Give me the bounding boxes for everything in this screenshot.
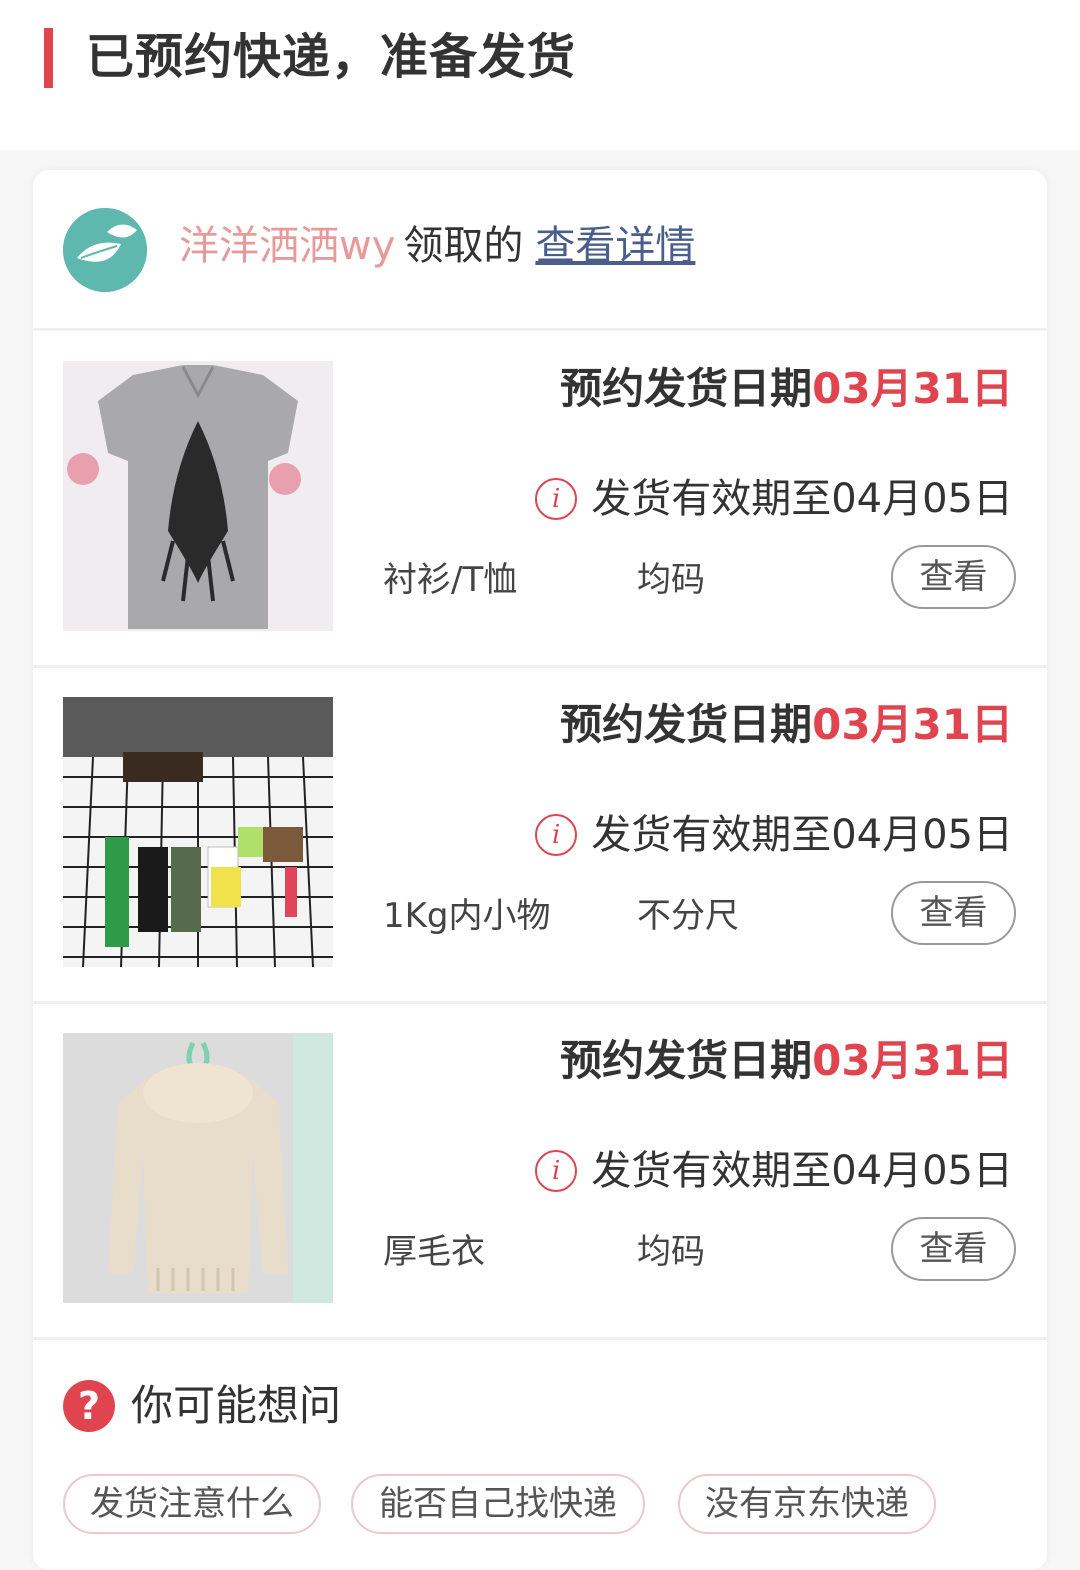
ship-date: 预约发货日期03月31日 [560,361,1013,417]
faq-chip[interactable]: 能否自己找快递 [351,1474,645,1534]
list-item: 预约发货日期03月31日 i 发货有效期至04月05日 厚毛衣 均码 查看 [33,1003,1047,1340]
avatar[interactable] [63,208,147,292]
validity-text: 发货有效期至04月05日 [591,476,1013,522]
list-item: 预约发货日期03月31日 i 发货有效期至04月05日 1Kg内小物 不分尺 查… [33,667,1047,1004]
faq-chip[interactable]: 没有京东快递 [678,1474,936,1534]
item-photo-small-items[interactable] [63,697,333,967]
ship-date-label: 预约发货日期 [560,700,813,749]
ship-date-value: 03月31日 [812,364,1013,413]
item-size: 不分尺 [637,896,739,936]
info-icon: i [535,478,578,520]
faq-chip[interactable]: 发货注意什么 [63,1474,321,1534]
ship-date: 预约发货日期03月31日 [560,1033,1013,1089]
item-photo-sweater[interactable] [63,1033,333,1303]
claim-verb: 领取的 [403,223,524,269]
validity-row: i 发货有效期至04月05日 [535,807,1013,863]
view-button[interactable]: 查看 [891,881,1016,945]
item-photo-tshirt[interactable] [63,361,333,631]
ship-date-label: 预约发货日期 [560,364,813,413]
claimer-name[interactable]: 洋洋洒洒wy [179,223,395,269]
leaf-avatar-icon [63,208,147,292]
validity-text: 发货有效期至04月05日 [591,812,1013,858]
ship-date-label: 预约发货日期 [560,1036,813,1085]
claim-line: 洋洋洒洒wy 领取的 查看详情 [179,218,695,274]
item-category: 厚毛衣 [383,1232,485,1272]
question-icon: ? [63,1380,115,1432]
info-icon: i [535,814,578,856]
faq-section: ? 你可能想问 发货注意什么 能否自己找快递 没有京东快递 [33,1340,1047,1570]
ship-date-value: 03月31日 [812,700,1013,749]
ship-date: 预约发货日期03月31日 [560,697,1013,753]
info-icon: i [535,1150,578,1192]
item-size: 均码 [637,1232,705,1272]
validity-row: i 发货有效期至04月05日 [535,1143,1013,1199]
title-accent-bar [44,28,53,88]
validity-row: i 发货有效期至04月05日 [535,471,1013,527]
order-card: 洋洋洒洒wy 领取的 查看详情 预约发货日期03月31日 i 发货有效期至04月05… [33,170,1047,1570]
page-title: 已预约快递，准备发货 [86,29,577,85]
item-category: 1Kg内小物 [383,896,551,936]
claimer-row: 洋洋洒洒wy 领取的 查看详情 [33,170,1047,331]
page-header: 已预约快递，准备发货 [0,0,1080,150]
ship-date-value: 03月31日 [812,1036,1013,1085]
view-details-link[interactable]: 查看详情 [535,223,695,269]
view-button[interactable]: 查看 [891,545,1016,609]
item-category: 衬衫/T恤 [383,560,518,600]
faq-title: 你可能想问 [131,1381,342,1430]
validity-text: 发货有效期至04月05日 [591,1148,1013,1194]
item-size: 均码 [637,560,705,600]
list-item: 预约发货日期03月31日 i 发货有效期至04月05日 衬衫/T恤 均码 查看 [33,331,1047,668]
view-button[interactable]: 查看 [891,1217,1016,1281]
